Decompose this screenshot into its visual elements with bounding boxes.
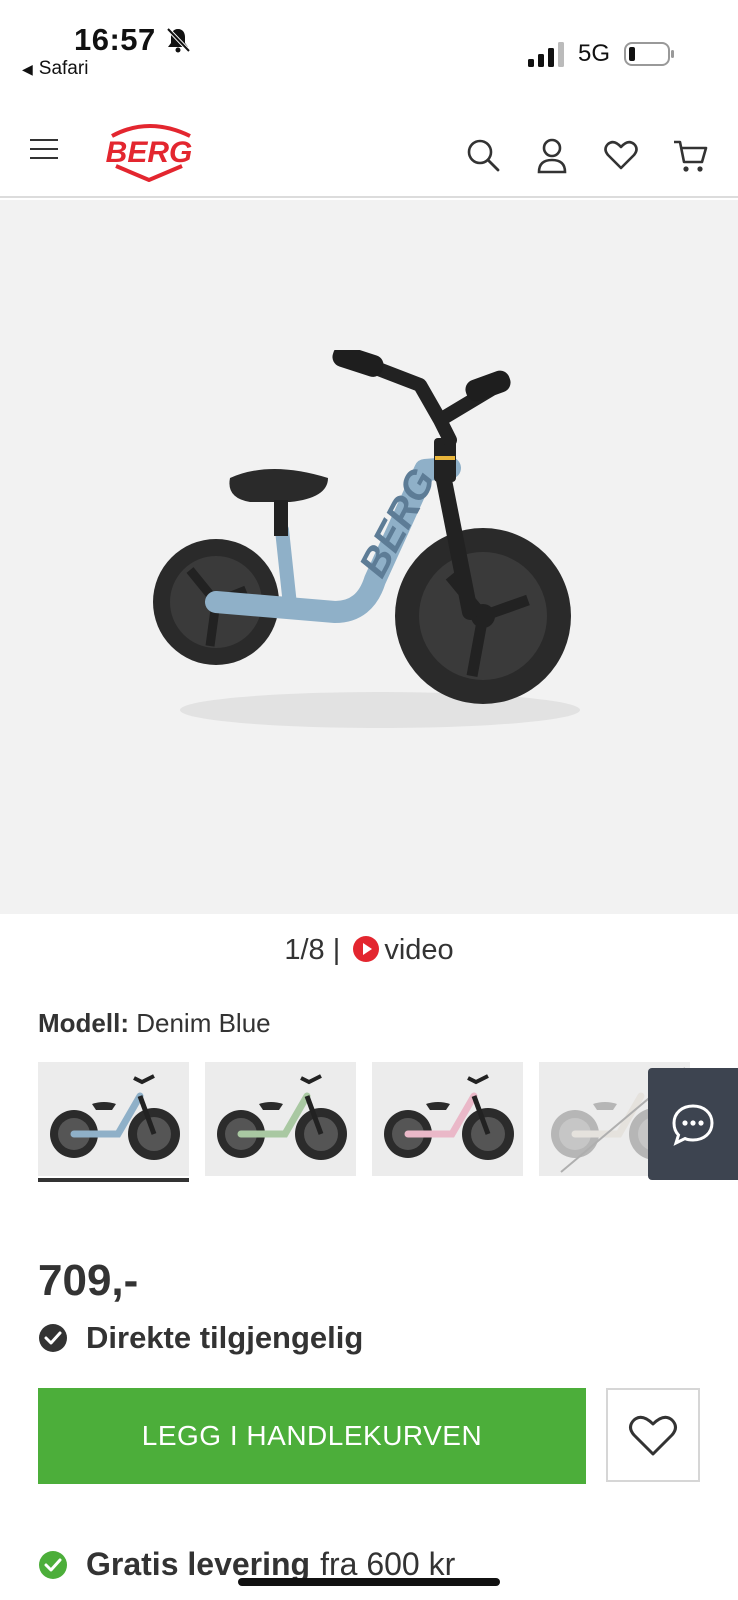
berg-logo[interactable]: BERG <box>92 122 206 182</box>
add-to-cart-button[interactable]: LEGG I HANDLEKURVEN <box>38 1388 586 1484</box>
swatch-bike-image <box>384 1074 514 1160</box>
home-indicator[interactable] <box>238 1578 500 1586</box>
status-time: 16:57 <box>74 22 156 57</box>
availability-text: Direkte tilgjengelig <box>86 1320 364 1355</box>
account-icon[interactable] <box>536 138 568 174</box>
model-value: Denim Blue <box>136 1008 271 1038</box>
swatch-denim-blue[interactable] <box>38 1062 189 1182</box>
gallery-counter[interactable]: 1/8 | video <box>0 934 738 967</box>
chat-icon <box>672 1104 714 1146</box>
back-app-label: Safari <box>38 58 89 79</box>
balance-bike-image: BERG <box>153 350 580 728</box>
swatch-green[interactable] <box>205 1062 356 1176</box>
model-label: Modell: <box>38 1008 129 1038</box>
check-circle-icon <box>39 1324 67 1352</box>
video-link[interactable]: video <box>384 934 453 966</box>
availability: Direkte tilgjengelig <box>38 1320 363 1356</box>
product-image[interactable]: BERG <box>0 200 738 914</box>
menu-icon[interactable] <box>30 138 58 160</box>
back-to-safari[interactable]: ◀ Safari <box>22 58 88 80</box>
add-to-wishlist-button[interactable] <box>606 1388 700 1482</box>
logo-text: BERG <box>106 136 193 169</box>
check-circle-icon <box>39 1550 67 1579</box>
model-selection: Modell: Denim Blue <box>38 1008 271 1039</box>
heart-icon <box>629 1415 677 1456</box>
swatch-bike-image <box>217 1074 347 1160</box>
cart-icon[interactable] <box>672 138 708 174</box>
status-bar: 16:57 ◀ Safari 5G <box>0 0 738 100</box>
signal-icon <box>528 42 564 67</box>
heart-icon[interactable] <box>604 139 638 171</box>
play-video-icon[interactable] <box>352 935 380 963</box>
search-icon[interactable] <box>466 138 500 172</box>
bell-off-icon <box>166 27 191 53</box>
swatch-bike-image <box>50 1074 180 1160</box>
image-counter: 1/8 | <box>284 934 341 966</box>
product-price: 709,- <box>38 1256 139 1305</box>
swatch-pink[interactable] <box>372 1062 523 1176</box>
chat-button[interactable] <box>648 1068 738 1180</box>
network-type: 5G <box>578 40 611 67</box>
site-header: BERG <box>0 100 738 198</box>
battery-icon <box>624 42 674 66</box>
color-swatches <box>38 1062 738 1182</box>
